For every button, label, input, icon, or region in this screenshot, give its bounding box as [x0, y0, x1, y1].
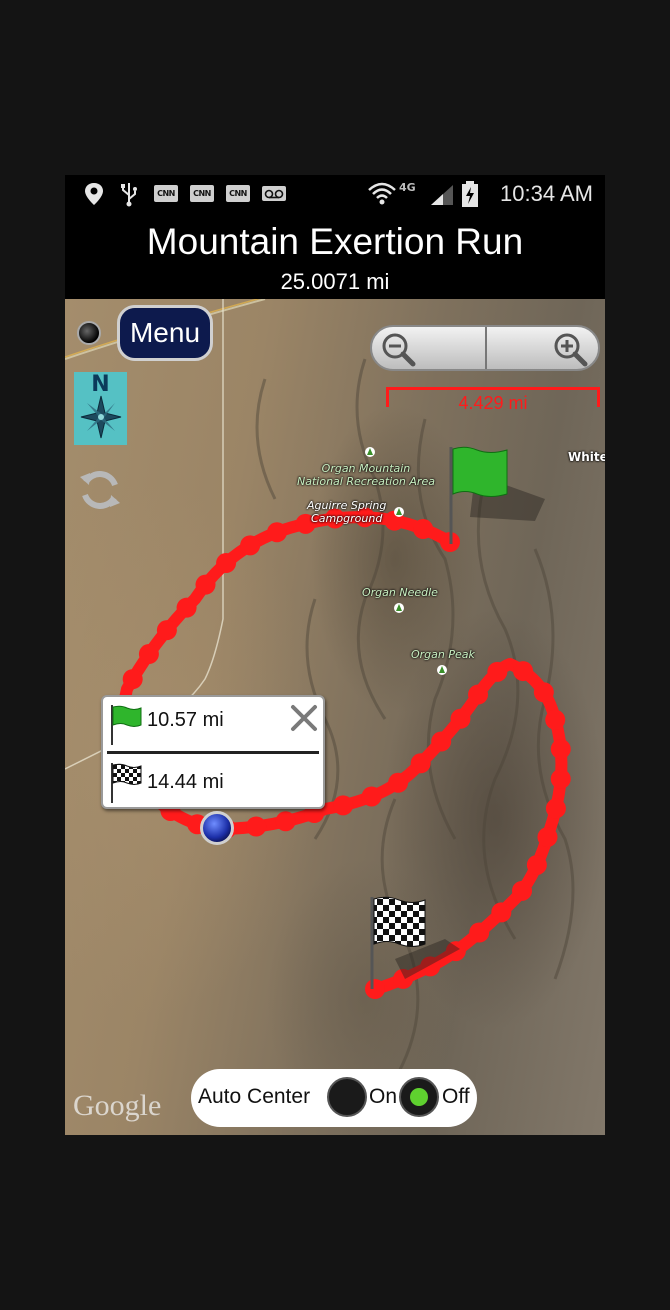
- finish-flag-icon: [111, 763, 142, 803]
- route-point: [333, 795, 354, 816]
- route-point: [550, 739, 571, 760]
- route-point: [413, 519, 434, 540]
- route-point: [468, 684, 489, 705]
- auto-center-label: Auto Center: [198, 1085, 311, 1108]
- route-point: [266, 522, 287, 543]
- refresh-icon: [80, 471, 120, 509]
- park-icon: [394, 507, 404, 517]
- route-point: [275, 811, 296, 832]
- menu-button[interactable]: Menu: [117, 305, 213, 361]
- distance-popup: 10.57 mi 14.44 mi: [101, 695, 325, 809]
- map-label-organ-mountain: Organ Mountain National Recreation Area: [297, 462, 435, 488]
- close-icon: [291, 705, 317, 731]
- route-point: [410, 753, 431, 774]
- auto-center-on-radio[interactable]: [327, 1077, 367, 1117]
- current-position-marker[interactable]: [200, 811, 234, 845]
- zoom-in-button[interactable]: [486, 327, 599, 369]
- clock: 10:34 AM: [500, 181, 593, 206]
- route-point: [122, 669, 143, 690]
- finish-distance-row: 14.44 mi: [107, 761, 317, 811]
- route-point: [512, 880, 533, 901]
- map-label-organ-needle: Organ Needle: [362, 586, 438, 599]
- wifi-icon: [367, 180, 397, 212]
- route-point: [545, 709, 566, 730]
- route-point: [513, 661, 534, 682]
- refresh-button[interactable]: [77, 467, 123, 513]
- route-point: [240, 535, 261, 556]
- battery-charging-icon: [461, 180, 479, 212]
- route-point: [450, 708, 471, 729]
- route-point: [216, 553, 237, 574]
- total-distance: 25.0071 mi: [280, 269, 390, 294]
- route-point: [533, 682, 554, 703]
- route-point: [469, 922, 490, 943]
- popup-divider: [107, 751, 319, 754]
- gps-status-icon: [77, 321, 101, 345]
- location-icon: [83, 181, 105, 211]
- map-view[interactable]: Organ Mountain National Recreation Area …: [65, 299, 605, 1135]
- scale-label: 4.429 mi: [458, 393, 528, 413]
- route-point: [550, 768, 571, 789]
- cnn-icon: CNN: [190, 185, 214, 202]
- network-type: 4G: [399, 181, 416, 194]
- auto-center-on-label[interactable]: On: [369, 1085, 397, 1109]
- zoom-in-icon: [554, 333, 588, 367]
- route-point: [487, 661, 508, 682]
- route-point: [156, 620, 177, 641]
- zoom-out-icon: [382, 333, 416, 367]
- finish-distance-text: 14.44 mi: [147, 771, 224, 793]
- close-popup-button[interactable]: [289, 703, 319, 733]
- map-label-organ-peak: Organ Peak: [411, 648, 475, 661]
- signal-icon: [429, 183, 455, 211]
- route-point: [491, 902, 512, 923]
- route-point: [176, 597, 197, 618]
- status-bar: CNN CNN CNN 4G 10:34 AM: [65, 175, 605, 213]
- app-screen: CNN CNN CNN 4G 10:34 AM Mountain Exertio…: [65, 175, 605, 1135]
- auto-center-off-label[interactable]: Off: [442, 1085, 470, 1109]
- peak-icon: [394, 603, 404, 613]
- route-point: [361, 786, 382, 807]
- voicemail-icon: [261, 185, 287, 206]
- start-flag-icon: [449, 446, 545, 544]
- route-point: [195, 574, 216, 595]
- compass-button[interactable]: N: [74, 372, 127, 445]
- compass-rose-icon: [80, 395, 122, 439]
- start-distance-text: 10.57 mi: [147, 709, 224, 731]
- google-attribution: Google: [73, 1089, 162, 1122]
- map-label-white: White: [568, 450, 605, 464]
- route-point: [246, 816, 267, 837]
- cnn-icon: CNN: [154, 185, 178, 202]
- route-point: [431, 731, 452, 752]
- route-point: [537, 827, 558, 848]
- route-title: Mountain Exertion Run: [146, 221, 524, 262]
- route-point: [545, 798, 566, 819]
- route-point: [388, 772, 409, 793]
- park-icon: [365, 447, 375, 457]
- auto-center-control: Auto Center On Off: [191, 1069, 477, 1127]
- title-bar: Mountain Exertion Run 25.0071 mi: [65, 213, 605, 299]
- start-flag-icon: [111, 705, 142, 745]
- cnn-icon: CNN: [226, 185, 250, 202]
- map-label-aguirre-spring: Aguirre Spring Campground: [307, 499, 387, 525]
- auto-center-off-radio[interactable]: [399, 1077, 439, 1117]
- route-point: [526, 854, 547, 875]
- start-distance-row: 10.57 mi: [107, 699, 317, 749]
- peak-icon: [437, 665, 447, 675]
- zoom-control: [370, 325, 600, 371]
- route-point: [365, 979, 385, 999]
- zoom-out-button[interactable]: [372, 327, 485, 369]
- route-point: [138, 644, 159, 665]
- usb-icon: [119, 181, 139, 211]
